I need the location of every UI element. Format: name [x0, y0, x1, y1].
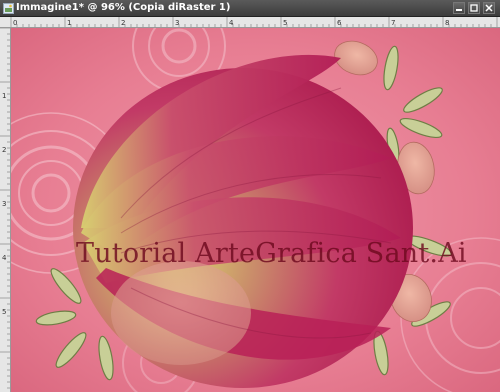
artwork	[11, 28, 500, 392]
ruler-label: 3	[2, 200, 6, 208]
close-button[interactable]	[483, 2, 495, 14]
vertical-ruler: 1 2 3 4 5	[0, 28, 11, 392]
ruler-label: 1	[2, 92, 6, 100]
minimize-icon	[456, 9, 462, 11]
horizontal-ruler: 0 1 2 3 4 5 6 7 8	[0, 17, 500, 28]
ruler-label: 4	[2, 254, 7, 262]
maximize-icon	[470, 4, 478, 12]
ruler-label: 1	[67, 19, 71, 27]
maximize-button[interactable]	[468, 2, 480, 14]
ruler-label: 2	[121, 19, 125, 27]
close-icon	[485, 4, 493, 12]
ruler-label: 0	[13, 19, 17, 27]
ruler-label: 8	[445, 19, 449, 27]
ruler-label: 4	[229, 19, 234, 27]
window-title: Immagine1* @ 96% (Copia diRaster 1)	[16, 2, 231, 13]
ruler-label: 3	[175, 19, 179, 27]
ruler-label: 5	[2, 308, 6, 316]
sleeping-baby-face	[111, 261, 251, 365]
ruler-label: 7	[391, 19, 395, 27]
ruler-label: 5	[283, 19, 287, 27]
window-titlebar[interactable]: Immagine1* @ 96% (Copia diRaster 1)	[0, 0, 500, 17]
watermark-text: Tutorial ArteGrafica Sant.Ai	[76, 238, 467, 269]
image-document-icon	[3, 3, 14, 14]
image-canvas[interactable]: Tutorial ArteGrafica Sant.Ai	[11, 28, 500, 392]
ruler-label: 6	[337, 19, 342, 27]
minimize-button[interactable]	[453, 2, 465, 14]
ruler-label: 2	[2, 146, 6, 154]
